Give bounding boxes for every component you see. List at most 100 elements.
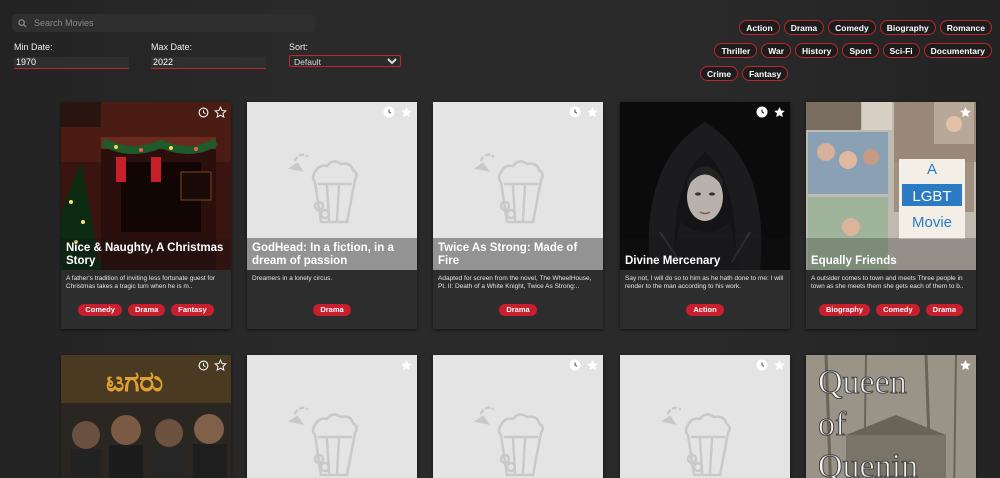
watch-later-icon[interactable]	[382, 105, 396, 119]
movie-title[interactable]: Nice & Naughty, A Christmas Story	[61, 238, 231, 270]
svg-text:Quenin: Quenin	[818, 448, 918, 478]
card-actions	[755, 358, 786, 372]
genre-tag[interactable]: Comedy	[876, 304, 920, 316]
genre-chip-thriller[interactable]: Thriller	[714, 43, 758, 58]
genre-chip-action[interactable]: Action	[739, 20, 780, 35]
favorite-star-icon[interactable]	[399, 105, 413, 119]
genre-filter-list: Action Drama Comedy Biography Romance Th…	[700, 20, 992, 81]
genre-chip-history[interactable]: History	[795, 43, 839, 58]
watch-later-icon[interactable]	[568, 358, 582, 372]
watch-later-icon[interactable]	[755, 358, 769, 372]
movie-genre-tags: Drama	[247, 304, 417, 316]
movie-genre-tags: Comedy Drama Fantasy	[61, 304, 231, 316]
max-date-label: Max Date:	[151, 42, 193, 52]
movie-description: A father's tradition of inviting less fo…	[66, 275, 216, 290]
movie-poster[interactable]	[620, 355, 790, 478]
movie-poster[interactable]: ಟಗರು	[61, 355, 231, 478]
genre-chip-biography[interactable]: Biography	[879, 20, 936, 35]
genre-chip-war[interactable]: War	[761, 43, 792, 58]
movie-card[interactable]: Divine Mercenary Say not, I will do so t…	[620, 102, 790, 329]
sort-select[interactable]: Default	[289, 55, 401, 67]
watch-later-icon[interactable]	[568, 105, 582, 119]
movie-poster[interactable]: Queen of Quenin	[806, 355, 976, 478]
search-input[interactable]	[34, 18, 304, 28]
sort-field: Sort: Default	[289, 42, 401, 70]
favorite-star-icon[interactable]	[213, 105, 227, 119]
svg-text:ಟಗರು: ಟಗರು	[106, 367, 163, 398]
movie-poster[interactable]	[247, 355, 417, 478]
card-actions	[399, 358, 413, 372]
movie-description: A outsider comes to town and meets Three…	[811, 275, 964, 290]
genre-chip-fantasy[interactable]: Fantasy	[742, 66, 789, 81]
movie-card[interactable]: Queen of Quenin	[806, 355, 976, 478]
movie-card[interactable]: ಟಗರು	[61, 355, 231, 478]
genre-tag[interactable]: Drama	[313, 304, 351, 316]
favorite-star-icon[interactable]	[585, 358, 599, 372]
card-actions	[196, 105, 227, 119]
card-actions	[196, 358, 227, 372]
genre-chip-sport[interactable]: Sport	[842, 43, 879, 58]
movie-card[interactable]: Twice As Strong: Made of Fire Adapted fo…	[433, 102, 603, 329]
min-date-label: Min Date:	[14, 42, 53, 52]
genre-tag[interactable]: Action	[686, 304, 724, 316]
movie-card[interactable]	[247, 355, 417, 478]
movie-card[interactable]	[620, 355, 790, 478]
movie-title[interactable]: Divine Mercenary	[620, 238, 790, 270]
search-icon	[18, 17, 30, 29]
card-actions	[568, 358, 599, 372]
card-actions	[958, 105, 972, 119]
genre-chip-crime[interactable]: Crime	[700, 66, 739, 81]
movie-card[interactable]: Nice & Naughty, A Christmas Story A fath…	[61, 102, 231, 329]
watch-later-icon[interactable]	[755, 105, 769, 119]
movie-genre-tags: Drama	[433, 304, 603, 316]
watch-later-icon[interactable]	[196, 105, 210, 119]
movie-card[interactable]	[433, 355, 603, 478]
favorite-star-icon[interactable]	[958, 105, 972, 119]
genre-tag[interactable]: Drama	[127, 304, 166, 316]
genre-tag[interactable]: Drama	[925, 304, 964, 316]
svg-text:LGBT: LGBT	[912, 188, 951, 205]
popcorn-placeholder-icon	[287, 406, 358, 477]
movie-title[interactable]: Equally Friends	[806, 238, 976, 270]
genre-tag[interactable]: Fantasy	[171, 304, 214, 316]
popcorn-placeholder-icon	[660, 406, 731, 477]
favorite-star-icon[interactable]	[772, 105, 786, 119]
genre-tag[interactable]: Drama	[499, 304, 537, 316]
popcorn-placeholder-icon	[473, 406, 544, 477]
favorite-star-icon[interactable]	[585, 105, 599, 119]
movie-poster[interactable]	[433, 355, 603, 478]
genre-tag[interactable]: Biography	[818, 304, 871, 316]
genre-chip-comedy[interactable]: Comedy	[828, 20, 876, 35]
favorite-star-icon[interactable]	[958, 358, 972, 372]
genre-chip-romance[interactable]: Romance	[939, 20, 992, 35]
movie-card[interactable]: GodHead: In a fiction, in a dream of pas…	[247, 102, 417, 329]
card-actions	[568, 105, 599, 119]
card-actions	[958, 358, 972, 372]
genre-tag[interactable]: Comedy	[78, 304, 122, 316]
min-date-field: Min Date:	[14, 42, 129, 70]
movie-card[interactable]: A LGBT Movie Equally Friends A outsider …	[806, 102, 976, 329]
card-actions	[382, 105, 413, 119]
movie-genre-tags: Action	[620, 304, 790, 316]
max-date-input[interactable]	[151, 56, 266, 69]
poster-text: A	[927, 161, 937, 178]
movie-title[interactable]: Twice As Strong: Made of Fire	[433, 238, 603, 270]
favorite-star-icon[interactable]	[399, 358, 413, 372]
genre-chip-drama[interactable]: Drama	[783, 20, 825, 35]
favorite-star-icon[interactable]	[772, 358, 786, 372]
movie-description: Adapted for screen from the novel, The W…	[438, 275, 592, 290]
card-actions	[755, 105, 786, 119]
max-date-field: Max Date:	[151, 42, 266, 70]
favorite-star-icon[interactable]	[213, 358, 227, 372]
watch-later-icon[interactable]	[196, 358, 210, 372]
movie-description: Dreamers in a lonely circus.	[252, 275, 333, 282]
movie-description: Say not, I will do so to him as he hath …	[625, 275, 784, 290]
svg-text:Queen: Queen	[818, 364, 907, 401]
search-bar[interactable]	[12, 14, 315, 32]
genre-row-3: Crime Fantasy	[700, 66, 992, 81]
min-date-input[interactable]	[14, 56, 129, 69]
genre-chip-sci-fi[interactable]: Sci-Fi	[882, 43, 920, 58]
movie-genre-tags: Biography Comedy Drama	[806, 304, 976, 316]
movie-title[interactable]: GodHead: In a fiction, in a dream of pas…	[247, 238, 417, 270]
genre-chip-documentary[interactable]: Documentary	[923, 43, 992, 58]
